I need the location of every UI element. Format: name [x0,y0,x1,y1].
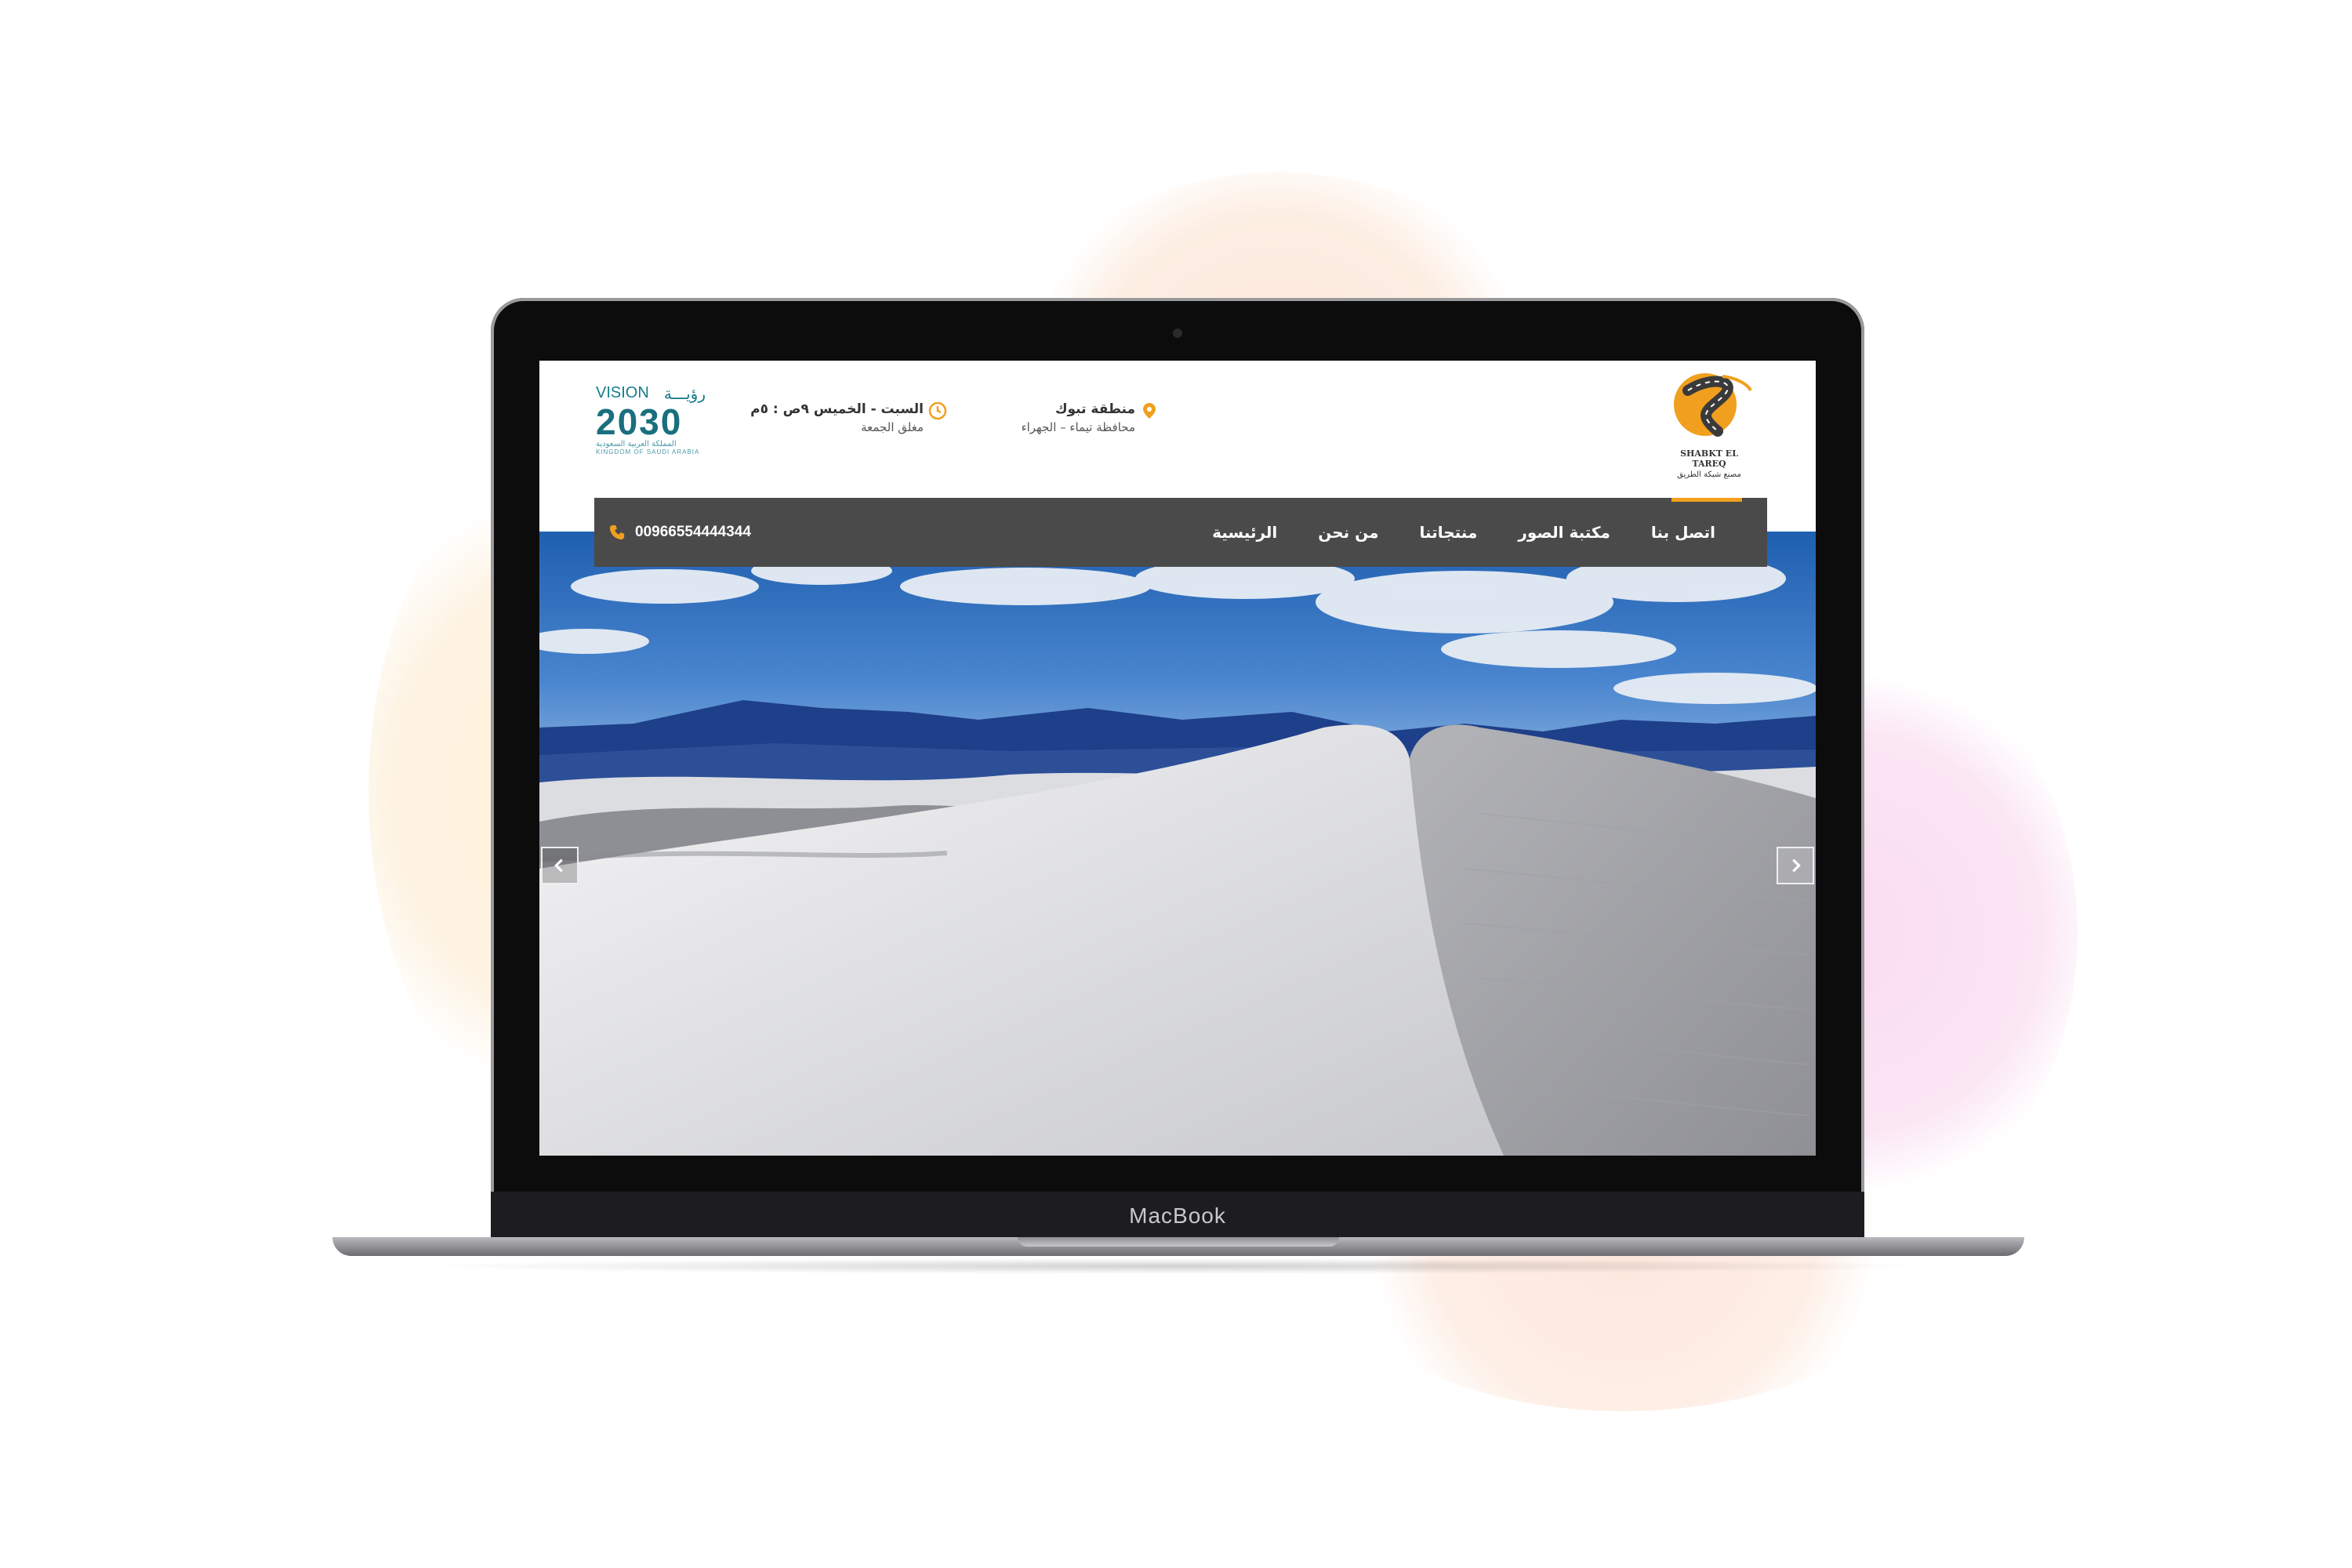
nav-item-contact[interactable]: اتصل بنا [1631,523,1736,542]
nav-item-about[interactable]: من نحن [1298,523,1399,542]
nav-item-products[interactable]: منتجاتنا [1399,523,1498,542]
slider-prev-button[interactable] [541,847,579,884]
logo-name-ar: مصنع شبكة الطريق [1677,470,1741,479]
nav-phone[interactable]: 00966554444344 [608,498,751,567]
nav-item-home[interactable]: الرئيسية [1192,523,1298,542]
laptop-shadow [408,1258,1944,1274]
hero-slider [539,532,1816,1156]
site-logo[interactable]: SHABKT EL TAREQ مصنع شبكة الطريق [1662,367,1756,479]
laptop-notch [1018,1237,1339,1247]
vision-number: 2030 [596,401,683,442]
location-title: منطقة تبوك [1054,401,1135,417]
location-subtitle: محافظة تيماء – الجهراء [1021,420,1135,434]
logo-road-icon [1674,373,1752,437]
hours-subtitle: مغلق الجمعة [861,420,924,434]
screen: SHABKT EL TAREQ مصنع شبكة الطريق منطقة ت… [539,361,1816,1156]
vision-sub-en: KINGDOM OF SAUDI ARABIA [596,448,700,456]
logo-name-en: SHABKT EL TAREQ [1680,448,1738,469]
brand-label: MacBook [1129,1203,1226,1228]
hours-info: السبت - الخميس ٩ص : ٥م مغلق الجمعة [720,400,947,436]
phone-icon [609,524,625,540]
hero-image [539,532,1816,1156]
phone-number: 00966554444344 [635,524,751,540]
chevron-left-icon [554,858,563,873]
slider-next-button[interactable] [1777,847,1814,884]
nav-menu: الرئيسية من نحن منتجاتنا مكتبة الصور اتص… [1192,498,1736,567]
nav-item-gallery[interactable]: مكتبة الصور [1497,523,1631,542]
clock-icon [928,401,947,420]
laptop-chin: MacBook [491,1192,1864,1240]
vision-sub-ar: المملكة العربية السعودية [596,440,677,448]
hours-title: السبت - الخميس ٩ص : ٥م [750,401,924,417]
camera-icon [1173,328,1182,338]
vision-2030-logo: VISION رؤيـــة 2030 المملكة العربية السع… [596,384,706,463]
main-nav: الرئيسية من نحن منتجاتنا مكتبة الصور اتص… [594,498,1767,567]
chevron-right-icon [1792,858,1801,873]
site-header: SHABKT EL TAREQ مصنع شبكة الطريق منطقة ت… [539,361,1816,498]
location-info: منطقة تبوك محافظة تيماء – الجهراء [963,400,1156,436]
map-pin-icon [1143,403,1156,419]
